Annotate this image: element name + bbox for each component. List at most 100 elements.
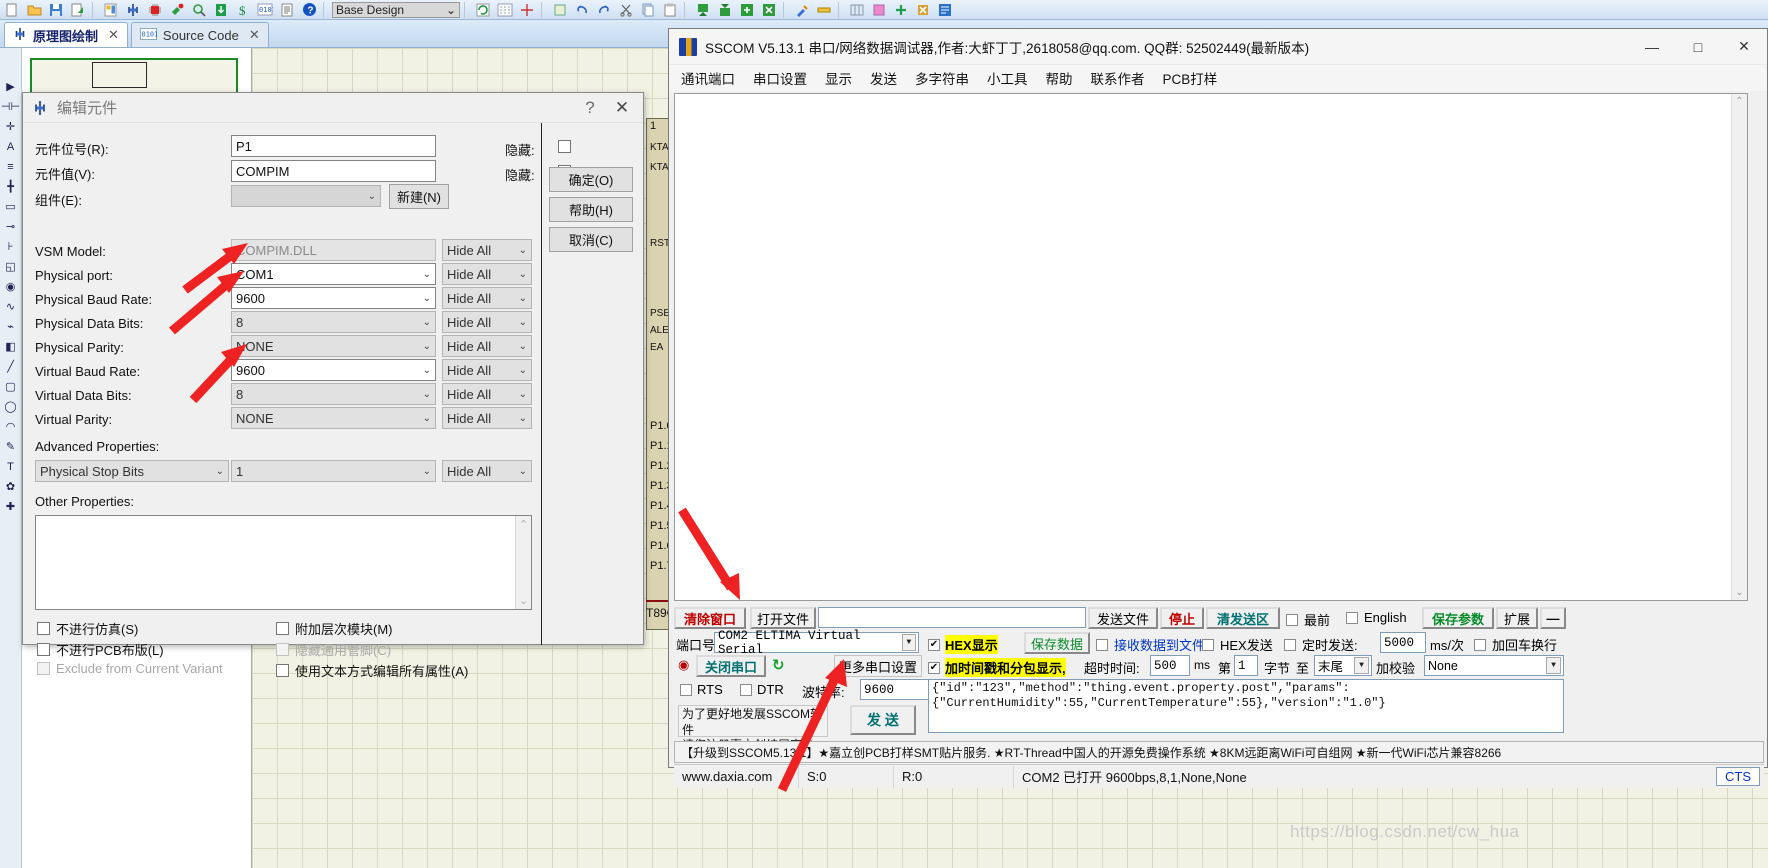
checkbox-edit-all-as-text[interactable]: 使用文本方式编辑所有属性(A) [276, 661, 468, 680]
menu-item-serial-settings[interactable]: 串口设置 [753, 68, 807, 88]
more-settings-button[interactable]: 更多串口设置 [834, 655, 922, 677]
advanced-property-name[interactable]: Physical Stop Bits ⌄ [35, 460, 229, 482]
reference-input[interactable]: P1 [231, 135, 436, 157]
chevron-down-icon[interactable]: ▼ [1546, 657, 1561, 674]
prop-hide-physical-port[interactable]: Hide All ⌄ [442, 263, 532, 285]
send-textarea[interactable]: {"id":"123","method":"thing.event.proper… [928, 679, 1564, 733]
scroll-down-icon[interactable]: ⌄ [1735, 587, 1743, 598]
tab-schematic[interactable]: 原理图绘制 ✕ [4, 22, 128, 47]
device-pin-icon[interactable]: ⊦ [2, 238, 20, 255]
byte-from-input[interactable]: 1 [1234, 655, 1258, 676]
subcircuit-icon[interactable]: ▭ [2, 198, 20, 215]
prop-hide-virtual-data-bits[interactable]: Hide All ⌄ [442, 383, 532, 405]
box-tool-icon[interactable]: ▢ [2, 378, 20, 395]
open-folder-icon[interactable] [24, 1, 44, 19]
checkbox-box[interactable] [276, 622, 289, 635]
textarea-scrollbar[interactable]: ⌃ ⌄ [515, 516, 531, 609]
add-crlf-checkbox[interactable] [1474, 638, 1486, 651]
ruler-icon[interactable] [814, 1, 834, 19]
help-icon[interactable]: ? [575, 98, 605, 118]
prop-value-virtual-baud[interactable]: 9600 ⌄ [231, 359, 436, 381]
move-down-icon[interactable] [693, 1, 713, 19]
close-port-button[interactable]: 关闭串口 [696, 655, 766, 677]
checksum-selector[interactable]: None ▼ [1424, 655, 1564, 676]
prop-value-virtual-data-bits[interactable]: 8 ⌄ [231, 383, 436, 405]
checkbox-box[interactable] [37, 643, 50, 656]
english-checkbox-row[interactable]: English [1346, 610, 1407, 625]
paint-icon[interactable] [167, 1, 187, 19]
circle-tool-icon[interactable]: ◯ [2, 398, 20, 415]
english-checkbox[interactable] [1346, 611, 1358, 624]
prop-value-physical-port[interactable]: COM1 ⌄ [231, 263, 436, 285]
timeout-input[interactable]: 500 [1150, 655, 1190, 676]
menu-item-comm-port[interactable]: 通讯端口 [681, 68, 735, 88]
ok-button[interactable]: 确定(O) [549, 167, 633, 192]
scroll-up-icon[interactable]: ⌃ [519, 518, 528, 531]
prop-value-physical-baud[interactable]: 9600 ⌄ [231, 287, 436, 309]
design-selector[interactable]: Base Design ⌄ [332, 1, 460, 18]
remove-icon[interactable] [913, 1, 933, 19]
dialog-title-bar[interactable]: 编辑元件 ? ✕ [23, 93, 643, 123]
stop-button[interactable]: 停止 [1160, 607, 1204, 629]
move-up-icon[interactable] [715, 1, 735, 19]
probe-icon[interactable]: ⌁ [2, 318, 20, 335]
prop-hide-virtual-baud[interactable]: Hide All ⌄ [442, 359, 532, 381]
virtual-instrument-icon[interactable]: ◧ [2, 338, 20, 355]
menu-item-display[interactable]: 显示 [825, 68, 852, 88]
timestamp-checkbox[interactable]: ✔ [928, 661, 940, 674]
export-icon[interactable] [68, 1, 88, 19]
print-preview-icon[interactable] [101, 1, 121, 19]
text-script-icon[interactable]: ≡ [2, 158, 20, 175]
element-combo[interactable]: ⌄ [231, 185, 381, 207]
advanced-property-value[interactable]: 1 ⌄ [231, 460, 436, 482]
snap-icon[interactable] [517, 1, 537, 19]
timed-send-row[interactable]: 定时发送: [1284, 635, 1358, 654]
checkbox-no-simulate[interactable]: 不进行仿真(S) [37, 619, 138, 638]
timed-send-checkbox[interactable] [1284, 638, 1296, 651]
topmost-checkbox-row[interactable]: 最前 [1286, 610, 1330, 629]
file-path-input[interactable] [818, 607, 1086, 628]
bill-of-materials-icon[interactable]: $ [233, 1, 253, 19]
undo-icon[interactable] [572, 1, 592, 19]
hex-send-row[interactable]: HEX发送 [1202, 635, 1273, 654]
rts-checkbox[interactable] [680, 683, 692, 696]
copy-icon[interactable] [638, 1, 658, 19]
line-tool-icon[interactable]: ╱ [2, 358, 20, 375]
edit-component-dialog[interactable]: 编辑元件 ? ✕ 元件位号(R): P1 隐藏: 元件值(V): COMPIM … [22, 92, 644, 679]
tape-recorder-icon[interactable]: ◉ [2, 278, 20, 295]
refresh-design-icon[interactable] [473, 1, 493, 19]
block-copy-icon[interactable] [737, 1, 757, 19]
new-file-icon[interactable] [2, 1, 22, 19]
properties-icon[interactable] [935, 1, 955, 19]
to-selector[interactable]: 末尾 ▼ [1314, 655, 1372, 676]
sscom-window[interactable]: SSCOM V5.13.1 串口/网络数据调试器,作者:大虾丁丁,2618058… [668, 28, 1768, 788]
prop-hide-physical-baud[interactable]: Hide All ⌄ [442, 287, 532, 309]
minimize-button[interactable]: — [1629, 30, 1675, 64]
import-icon[interactable] [211, 1, 231, 19]
sscom-title-bar[interactable]: SSCOM V5.13.1 串口/网络数据调试器,作者:大虾丁丁,2618058… [669, 29, 1767, 65]
receive-scrollbar[interactable]: ⌃ ⌄ [1731, 94, 1747, 600]
help-icon[interactable]: ? [299, 1, 319, 19]
dtr-checkbox[interactable] [740, 683, 752, 696]
close-button[interactable]: ✕ [1721, 30, 1767, 64]
prop-value-physical-data-bits[interactable]: 8 ⌄ [231, 311, 436, 333]
scroll-down-icon[interactable]: ⌄ [519, 594, 528, 607]
wire-label-icon[interactable]: A [2, 138, 20, 155]
checkbox-no-pcb[interactable]: 不进行PCB布版(L) [37, 640, 164, 659]
chip-icon[interactable] [145, 1, 165, 19]
send-button[interactable]: 发 送 [850, 705, 916, 735]
checkbox-box[interactable] [276, 664, 289, 677]
timed-interval-input[interactable]: 5000 [1380, 632, 1426, 653]
block-delete-icon[interactable] [759, 1, 779, 19]
component-mode-icon[interactable]: ⊣⊢ [1, 98, 20, 115]
prop-hide-physical-data-bits[interactable]: Hide All ⌄ [442, 311, 532, 333]
chevron-down-icon[interactable]: ▼ [1354, 657, 1369, 674]
rts-row[interactable]: RTS [680, 682, 723, 697]
clear-send-button[interactable]: 清发送区 [1206, 607, 1280, 629]
menu-item-contact-author[interactable]: 联系作者 [1091, 68, 1145, 88]
reference-hide-checkbox[interactable] [558, 140, 571, 153]
save-icon[interactable] [46, 1, 66, 19]
menu-item-help[interactable]: 帮助 [1046, 68, 1073, 88]
tab-source-code[interactable]: 0101 Source Code ✕ [130, 22, 269, 47]
advanced-property-hide[interactable]: Hide All ⌄ [442, 460, 532, 482]
